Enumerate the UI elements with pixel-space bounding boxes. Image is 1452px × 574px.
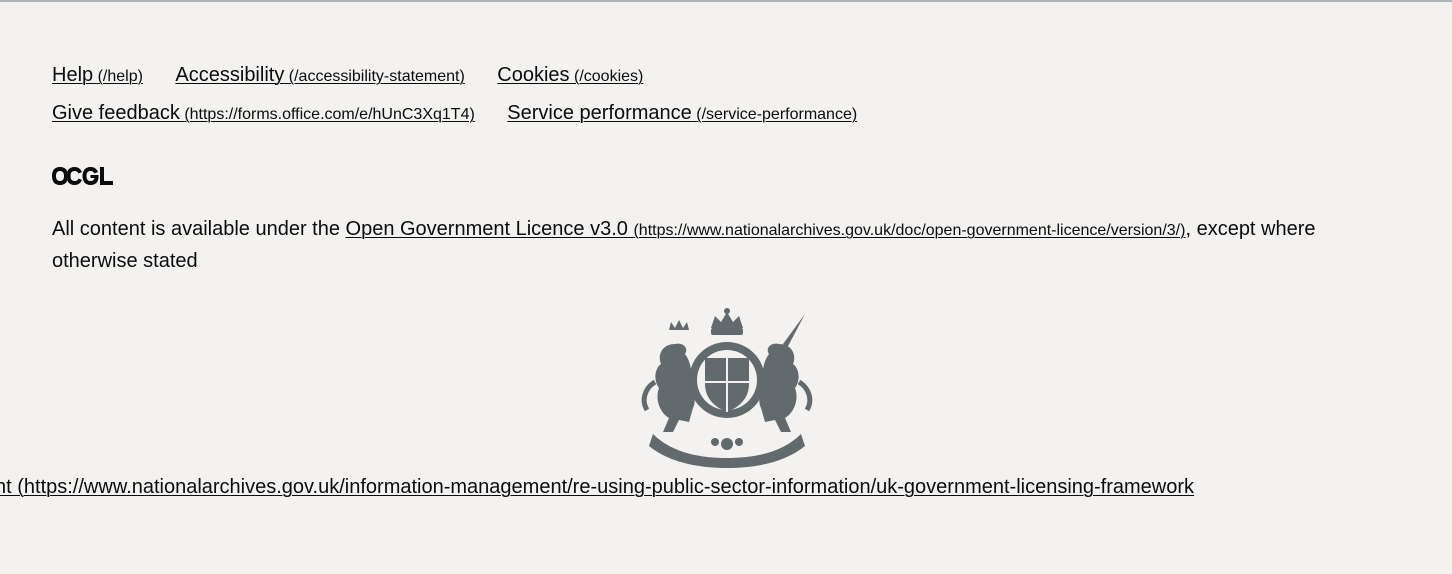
footer-links-row-1: Help (/help) Accessibility (/accessibili… (52, 64, 671, 87)
crown-copyright-link[interactable]: ht (https://www.nationalarchives.gov.uk/… (0, 476, 1194, 498)
footer-link-service-performance[interactable]: Service performance (/service-performanc… (507, 102, 857, 125)
footer-link-cookies[interactable]: Cookies (/cookies) (497, 64, 643, 87)
ogl-logo-icon (52, 167, 113, 185)
help-link-label: Help (52, 64, 94, 86)
cookies-link[interactable]: Cookies (/cookies) (497, 64, 644, 86)
footer-link-accessibility[interactable]: Accessibility (/accessibility-statement) (175, 64, 464, 87)
licence-prefix: All content is available under the (52, 218, 346, 240)
accessibility-link[interactable]: Accessibility (/accessibility-statement) (175, 64, 465, 86)
cookies-link-href: (/cookies) (574, 68, 644, 85)
accessibility-link-href: (/accessibility-statement) (288, 68, 465, 85)
service-performance-link-href: (/service-performance) (696, 106, 858, 123)
royal-coat-of-arms-icon (641, 308, 813, 468)
licence-statement: All content is available under the Open … (52, 214, 1352, 276)
site-footer: Help (/help) Accessibility (/accessibili… (0, 0, 1452, 574)
give-feedback-link-href: (https://forms.office.com/e/hUnC3Xq1T4) (184, 106, 475, 123)
cookies-link-label: Cookies (497, 64, 570, 86)
footer-link-feedback[interactable]: Give feedback (https://forms.office.com/… (52, 102, 475, 125)
help-link-href: (/help) (97, 68, 143, 85)
accessibility-link-label: Accessibility (175, 64, 285, 86)
ogl-link-label: Open Government Licence v3.0 (345, 218, 628, 240)
help-link[interactable]: Help (/help) (52, 64, 143, 86)
service-performance-link-label: Service performance (507, 102, 692, 124)
crown-copyright-line: ht (https://www.nationalarchives.gov.uk/… (0, 472, 1452, 502)
open-government-licence-link[interactable]: Open Government Licence v3.0 (https://ww… (346, 218, 1186, 240)
footer-links-row-2: Give feedback (https://forms.office.com/… (52, 102, 885, 125)
ogl-link-href: (https://www.nationalarchives.gov.uk/doc… (633, 222, 1186, 239)
give-feedback-link-label: Give feedback (52, 102, 180, 124)
give-feedback-link[interactable]: Give feedback (https://forms.office.com/… (52, 102, 475, 124)
service-performance-link[interactable]: Service performance (/service-performanc… (507, 102, 858, 124)
footer-link-help[interactable]: Help (/help) (52, 64, 143, 87)
